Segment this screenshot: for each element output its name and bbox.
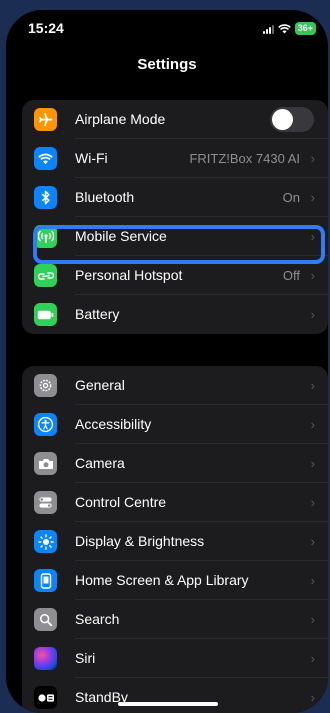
wifi-network-name: FRITZ!Box 7430 AI [189, 151, 300, 166]
gear-icon [34, 374, 57, 397]
chevron-right-icon: › [310, 417, 315, 432]
row-airplane-mode[interactable]: Airplane Mode [22, 100, 328, 139]
toggle-knob [272, 109, 293, 130]
row-camera[interactable]: Camera › [22, 444, 328, 483]
page-title: Settings [137, 56, 197, 73]
row-control-centre[interactable]: Control Centre › [22, 483, 328, 522]
camera-icon [34, 452, 57, 475]
row-siri[interactable]: Siri › [22, 639, 328, 678]
phone-screen: 15:24 36+ Settings Airplane Mode Wi-Fi F… [6, 10, 328, 713]
row-general[interactable]: General › [22, 366, 328, 405]
home-indicator[interactable] [118, 702, 218, 706]
hotspot-status: Off [282, 268, 300, 283]
row-label: Camera [75, 455, 125, 471]
row-display-brightness[interactable]: Display & Brightness › [22, 522, 328, 561]
chevron-right-icon: › [310, 268, 315, 283]
airplane-mode-toggle[interactable] [270, 107, 314, 132]
mobile-service-highlight [33, 225, 325, 264]
row-battery[interactable]: Battery › [22, 295, 328, 334]
chevron-right-icon: › [310, 690, 315, 705]
row-wifi[interactable]: Wi-Fi FRITZ!Box 7430 AI › [22, 139, 328, 178]
chevron-right-icon: › [310, 651, 315, 666]
status-indicators: 36+ [262, 22, 316, 35]
bluetooth-icon [34, 186, 57, 209]
home-screen-icon [34, 569, 57, 592]
chevron-right-icon: › [310, 612, 315, 627]
row-label: Search [75, 611, 120, 627]
status-bar: 15:24 36+ [6, 10, 328, 50]
row-label: Airplane Mode [75, 111, 166, 127]
status-time: 15:24 [28, 20, 64, 36]
row-accessibility[interactable]: Accessibility › [22, 405, 328, 444]
row-standby[interactable]: StandBy › [22, 678, 328, 713]
row-label: Personal Hotspot [75, 267, 183, 283]
chevron-right-icon: › [310, 190, 315, 205]
accessibility-icon [34, 413, 57, 436]
chevron-right-icon: › [310, 534, 315, 549]
search-icon [34, 608, 57, 631]
row-bluetooth[interactable]: Bluetooth On › [22, 178, 328, 217]
connectivity-group: Airplane Mode Wi-Fi FRITZ!Box 7430 AI › … [22, 100, 328, 334]
standby-icon [34, 686, 57, 709]
bluetooth-status: On [282, 190, 300, 205]
row-label: Wi-Fi [75, 150, 108, 166]
row-label: Battery [75, 306, 120, 322]
battery-status-badge: 36+ [294, 22, 316, 35]
chevron-right-icon: › [310, 151, 315, 166]
wifi-icon [34, 147, 57, 170]
chevron-right-icon: › [310, 378, 315, 393]
control-centre-icon [34, 491, 57, 514]
chevron-right-icon: › [310, 573, 315, 588]
airplane-icon [34, 108, 57, 131]
row-home-screen[interactable]: Home Screen & App Library › [22, 561, 328, 600]
battery-icon [34, 303, 57, 326]
row-search[interactable]: Search › [22, 600, 328, 639]
chevron-right-icon: › [310, 307, 315, 322]
siri-icon [34, 647, 57, 670]
row-label: Control Centre [75, 494, 167, 510]
row-label: Bluetooth [75, 189, 135, 205]
row-label: General [75, 377, 125, 393]
row-label: Home Screen & App Library [75, 572, 249, 588]
wifi-status-icon [277, 23, 291, 34]
chevron-right-icon: › [310, 456, 315, 471]
signal-icon [262, 24, 274, 34]
row-label: Display & Brightness [75, 533, 205, 549]
chevron-right-icon: › [310, 495, 315, 510]
general-settings-group: General › Accessibility › Camera › Contr… [22, 366, 328, 713]
sun-icon [34, 530, 57, 553]
row-label: Siri [75, 650, 96, 666]
hotspot-icon [34, 264, 57, 287]
row-label: Accessibility [75, 416, 152, 432]
